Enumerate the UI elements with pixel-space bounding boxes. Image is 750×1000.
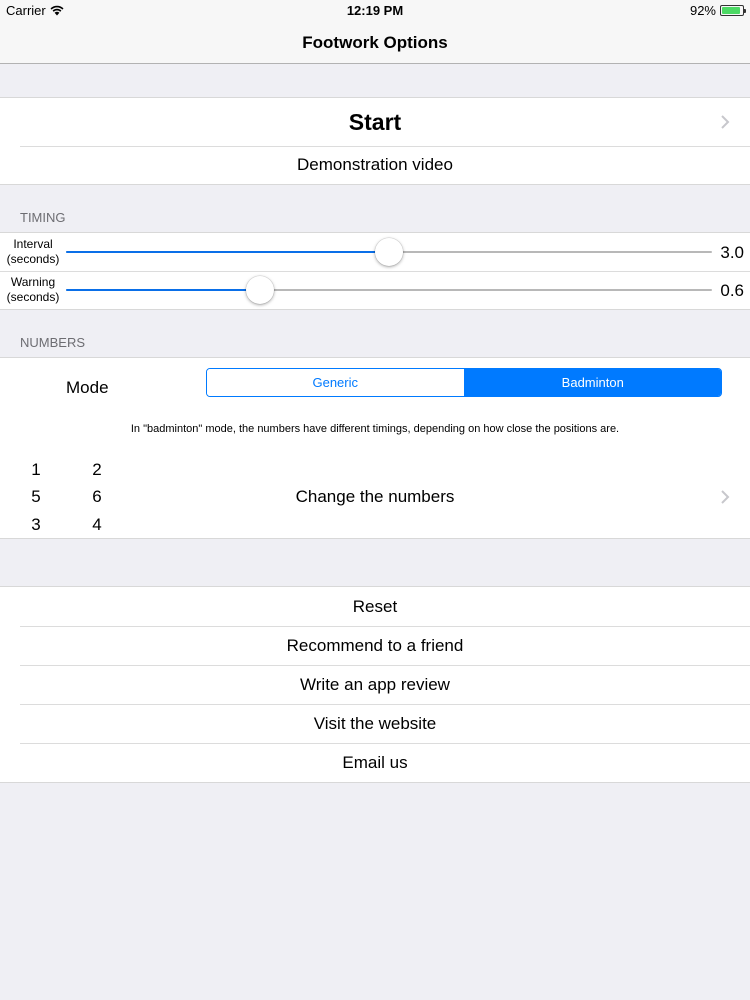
grid-number: 5: [31, 487, 41, 506]
warning-label: Warning (seconds): [6, 275, 60, 304]
chevron-right-icon: [721, 489, 730, 504]
interval-slider[interactable]: [66, 238, 712, 266]
mode-label: Mode: [66, 378, 109, 397]
warning-slider-thumb[interactable]: [245, 276, 274, 304]
battery-percent: 92%: [689, 3, 716, 18]
reset-button[interactable]: Reset: [0, 587, 750, 626]
grid-number: 6: [92, 487, 102, 506]
page-title: Footwork Options: [302, 32, 448, 52]
grid-number: 3: [31, 515, 41, 534]
email-button[interactable]: Email us: [0, 743, 750, 782]
warning-slider[interactable]: [66, 276, 712, 304]
start-group: Start Demonstration video: [0, 97, 750, 185]
timing-header: TIMING: [20, 210, 66, 225]
website-label: Visit the website: [313, 713, 437, 733]
status-bar: Carrier 12:19 PM 92%: [0, 0, 750, 22]
warning-row: Warning (seconds) 0.6: [0, 271, 750, 309]
mode-segmented-control[interactable]: Generic Badminton: [206, 368, 722, 397]
grid-number: 4: [92, 515, 102, 534]
demo-video-label: Demonstration video: [297, 155, 453, 174]
review-label: Write an app review: [300, 674, 450, 694]
mode-option-badminton[interactable]: Badminton: [463, 369, 721, 396]
website-button[interactable]: Visit the website: [0, 704, 750, 743]
start-label: Start: [348, 108, 402, 135]
recommend-label: Recommend to a friend: [286, 635, 464, 655]
interval-slider-thumb[interactable]: [375, 238, 403, 266]
status-time: 12:19 PM: [346, 3, 404, 18]
start-button[interactable]: Start: [0, 98, 750, 146]
navigation-bar: Footwork Options: [0, 22, 750, 64]
battery-group: 92%: [689, 3, 746, 18]
interval-label: Interval (seconds): [6, 237, 60, 266]
mode-option-generic[interactable]: Generic: [207, 369, 464, 396]
numbers-header: NUMBERS: [20, 335, 86, 350]
mode-note: In "badminton" mode, the numbers have di…: [130, 423, 620, 435]
numbers-group: Mode Generic Badminton In "badminton" mo…: [0, 357, 750, 539]
demo-video-button[interactable]: Demonstration video: [0, 146, 750, 184]
grid-number: 2: [92, 460, 102, 479]
change-numbers-label: Change the numbers: [295, 486, 455, 506]
mode-row: Mode Generic Badminton In "badminton" mo…: [0, 358, 750, 454]
reset-label: Reset: [352, 596, 398, 616]
chevron-right-icon: [721, 115, 730, 129]
actions-group: Reset Recommend to a friend Write an app…: [0, 586, 750, 783]
grid-number: 1: [31, 460, 41, 479]
recommend-button[interactable]: Recommend to a friend: [0, 626, 750, 665]
battery-icon: [720, 5, 746, 16]
interval-row: Interval (seconds) 3.0: [0, 233, 750, 271]
interval-value: 3.0: [720, 243, 744, 262]
warning-value: 0.6: [720, 281, 744, 300]
email-label: Email us: [342, 752, 408, 772]
review-button[interactable]: Write an app review: [0, 665, 750, 704]
timing-group: Interval (seconds) 3.0 Warning (seconds)…: [0, 232, 750, 310]
change-numbers-button[interactable]: 1 2 5 6 3 4 Change the numbers: [0, 454, 750, 539]
